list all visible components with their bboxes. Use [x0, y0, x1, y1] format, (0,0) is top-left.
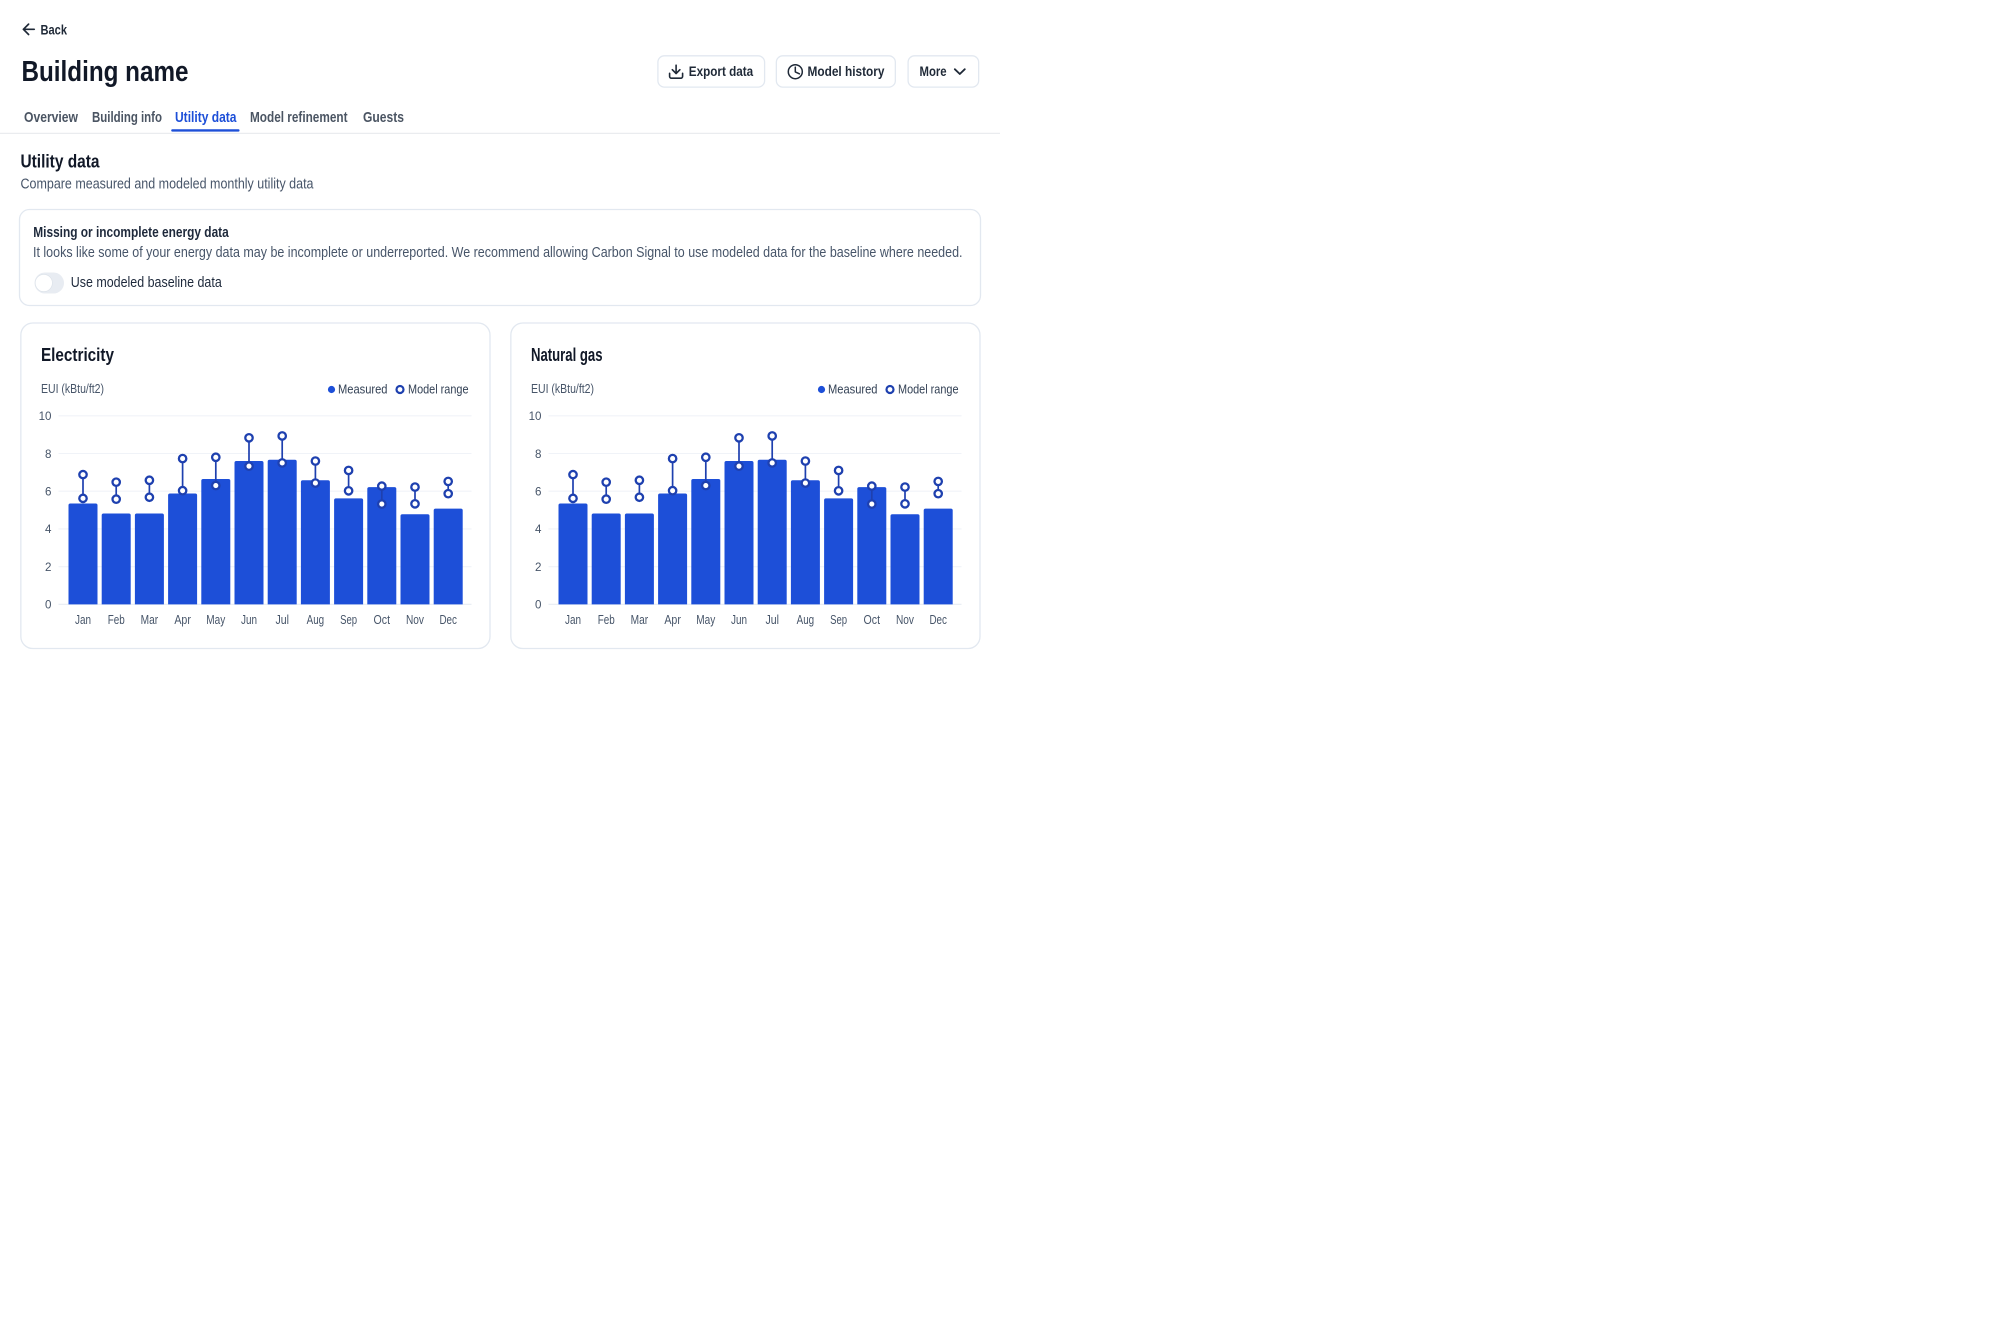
- svg-text:Model range: Model range: [408, 383, 469, 397]
- svg-text:May: May: [696, 613, 716, 627]
- svg-text:Aug: Aug: [797, 613, 815, 627]
- svg-text:Jul: Jul: [275, 613, 289, 627]
- svg-text:Oct: Oct: [864, 613, 881, 627]
- svg-text:Apr: Apr: [664, 613, 681, 627]
- svg-text:Sep: Sep: [340, 613, 357, 627]
- svg-text:Utility data: Utility data: [21, 151, 101, 172]
- svg-text:0: 0: [535, 599, 541, 612]
- svg-text:Model history: Model history: [808, 63, 885, 79]
- svg-text:Nov: Nov: [896, 613, 915, 627]
- svg-text:Jul: Jul: [765, 613, 779, 627]
- svg-text:Sep: Sep: [830, 613, 847, 627]
- svg-text:Missing or incomplete energy d: Missing or incomplete energy data: [33, 225, 229, 241]
- svg-text:Export data: Export data: [689, 63, 754, 79]
- svg-text:Nov: Nov: [406, 613, 425, 627]
- svg-text:Building info: Building info: [92, 109, 162, 126]
- svg-text:Feb: Feb: [108, 613, 125, 627]
- svg-text:Jan: Jan: [565, 613, 581, 627]
- svg-text:Aug: Aug: [307, 613, 325, 627]
- svg-text:Use modeled baseline data: Use modeled baseline data: [71, 275, 223, 291]
- svg-text:4: 4: [45, 523, 52, 536]
- svg-text:Back: Back: [41, 22, 68, 38]
- svg-text:Apr: Apr: [174, 613, 191, 627]
- svg-text:2: 2: [535, 561, 541, 574]
- svg-text:2: 2: [45, 561, 51, 574]
- svg-text:Guests: Guests: [363, 109, 404, 126]
- svg-text:Dec: Dec: [929, 613, 947, 627]
- svg-text:Oct: Oct: [374, 613, 391, 627]
- svg-text:6: 6: [45, 486, 51, 499]
- svg-text:10: 10: [529, 410, 542, 423]
- svg-text:More: More: [920, 63, 947, 79]
- svg-text:Natural gas: Natural gas: [531, 345, 603, 365]
- svg-text:Building name: Building name: [22, 56, 189, 88]
- svg-text:Jun: Jun: [731, 613, 747, 627]
- svg-text:Jun: Jun: [241, 613, 257, 627]
- svg-text:Electricity: Electricity: [41, 345, 114, 365]
- svg-text:8: 8: [45, 448, 51, 461]
- svg-text:0: 0: [45, 599, 51, 612]
- svg-text:10: 10: [39, 410, 52, 423]
- svg-text:Jan: Jan: [75, 613, 91, 627]
- svg-text:Mar: Mar: [631, 613, 649, 627]
- svg-text:Model range: Model range: [898, 383, 959, 397]
- svg-text:Feb: Feb: [598, 613, 615, 627]
- svg-text:Measured: Measured: [338, 383, 388, 397]
- svg-text:Dec: Dec: [439, 613, 457, 627]
- svg-text:8: 8: [535, 448, 541, 461]
- svg-text:EUI (kBtu/ft2): EUI (kBtu/ft2): [41, 382, 104, 396]
- svg-text:Compare measured and modeled m: Compare measured and modeled monthly uti…: [21, 176, 315, 192]
- svg-text:6: 6: [535, 486, 541, 499]
- svg-text:Measured: Measured: [828, 383, 878, 397]
- svg-text:Mar: Mar: [141, 613, 159, 627]
- svg-text:Model refinement: Model refinement: [250, 109, 348, 126]
- svg-text:Utility data: Utility data: [175, 109, 237, 126]
- svg-text:May: May: [206, 613, 226, 627]
- svg-text:Overview: Overview: [24, 109, 78, 126]
- svg-text:EUI (kBtu/ft2): EUI (kBtu/ft2): [531, 382, 594, 396]
- svg-text:4: 4: [535, 523, 542, 536]
- svg-text:It looks like some of your ene: It looks like some of your energy data m…: [33, 245, 963, 261]
